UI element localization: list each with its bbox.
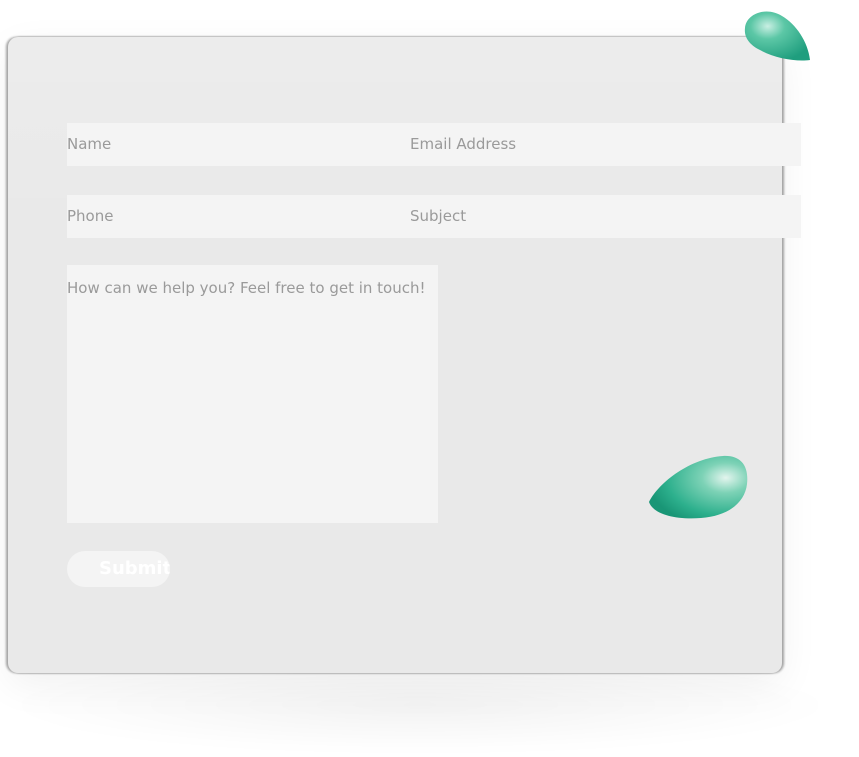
decorative-blob-top-right [744,11,810,61]
submit-button[interactable]: Submit [67,551,170,587]
email-input[interactable]: Email Address [410,123,800,166]
message-textarea[interactable]: How can we help you? Feel free to get in… [67,265,438,523]
card-shadow [20,660,820,750]
name-input[interactable]: Name [67,123,397,166]
contact-page: Name Email Address Phone Subject How can… [0,0,859,757]
subject-input[interactable]: Subject [410,195,800,238]
decorative-blob-right [649,455,748,519]
phone-input[interactable]: Phone [67,195,397,238]
